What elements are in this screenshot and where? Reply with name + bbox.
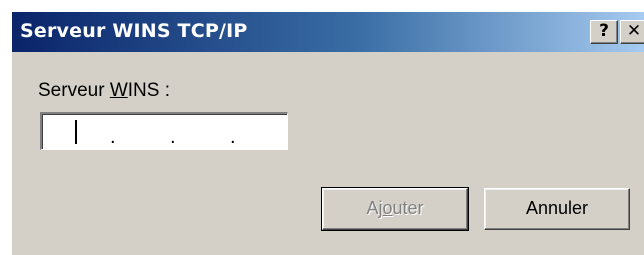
add-label-mnemonic: o [382,198,393,218]
label-mnemonic: W [109,80,128,101]
wins-server-dialog: Serveur WINS TCP/IP ? ✕ Serveur WINS : .… [10,10,644,255]
close-icon: ✕ [626,21,642,41]
add-label-after: uter [392,198,424,218]
help-icon: ? [599,21,609,41]
close-button[interactable]: ✕ [620,20,644,44]
add-label-before: Aj [366,198,383,218]
title-bar[interactable]: Serveur WINS TCP/IP ? ✕ [12,12,644,52]
ip-separator-1: . [110,126,116,148]
add-button[interactable]: Ajouter [321,187,469,231]
cancel-button[interactable]: Annuler [484,188,630,230]
ip-separator-3: . [230,126,236,148]
wins-server-label: Serveur WINS : [38,80,170,102]
label-text-after: INS : [127,80,170,101]
help-button[interactable]: ? [590,20,618,44]
window-title: Serveur WINS TCP/IP [20,20,248,42]
label-text-before: Serveur [38,80,110,101]
ip-address-input[interactable]: . . . [40,112,288,150]
ip-separator-2: . [170,126,176,148]
text-caret [75,120,77,144]
